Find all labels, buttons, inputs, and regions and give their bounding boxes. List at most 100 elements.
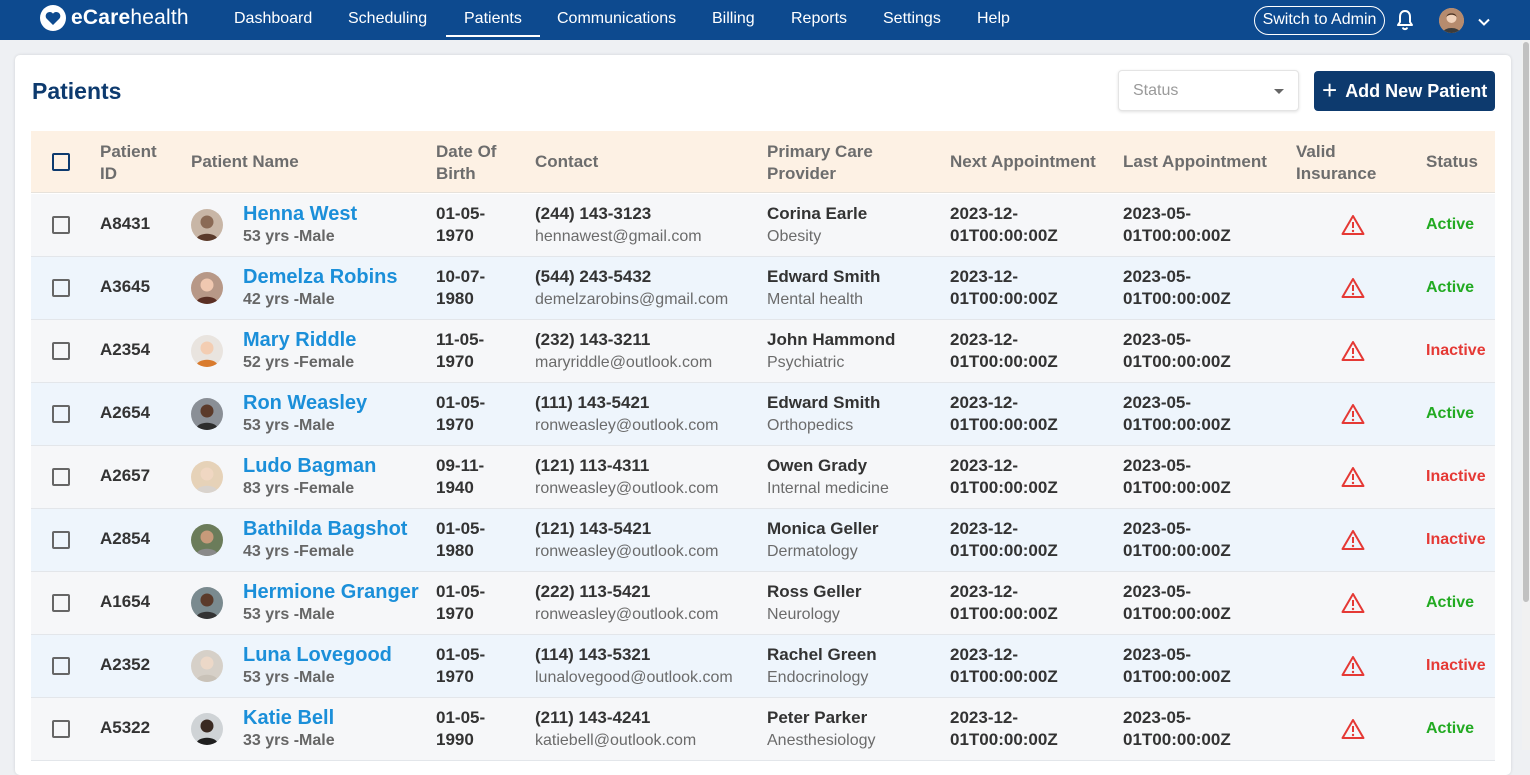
- patient-dob: 09-11- 1940: [436, 456, 485, 497]
- nav-communications[interactable]: Communications: [557, 0, 676, 38]
- header-primary-care-provider[interactable]: Primary Care Provider: [767, 141, 873, 185]
- scrollbar-thumb[interactable]: [1523, 42, 1529, 602]
- next-appointment: 2023-12- 01T00:00:00Z: [950, 456, 1058, 497]
- warning-triangle-icon[interactable]: [1341, 277, 1365, 299]
- warning-triangle-icon[interactable]: [1341, 655, 1365, 677]
- patient-avatar: [191, 335, 223, 367]
- provider-name: Corina Earle: [767, 204, 868, 223]
- nav-reports[interactable]: Reports: [791, 0, 847, 38]
- patient-phone: (121) 113-4311: [535, 456, 650, 475]
- provider-specialty: Orthopedics: [767, 417, 854, 434]
- page-title: Patients: [32, 78, 122, 104]
- status-badge: Active: [1426, 594, 1475, 611]
- provider-name: Owen Grady: [767, 456, 868, 475]
- table-row[interactable]: A8431 Henna West 53 yrs -Male 01-05- 1970 (24…: [31, 194, 1495, 257]
- patient-dob: 01-05- 1970: [436, 204, 486, 245]
- warning-triangle-icon[interactable]: [1341, 529, 1365, 551]
- patient-age-gender: 53 yrs -Male: [243, 669, 335, 686]
- status-filter-select[interactable]: Status: [1118, 70, 1299, 111]
- row-checkbox[interactable]: [52, 657, 70, 675]
- nav-dashboard[interactable]: Dashboard: [234, 0, 312, 38]
- table-header: Patient ID Patient Name Date Of Birth Cont…: [31, 131, 1495, 193]
- header-status[interactable]: Status: [1426, 151, 1478, 173]
- row-checkbox[interactable]: [52, 594, 70, 612]
- table-row[interactable]: A5322 Katie Bell 33 yrs -Male 01-05- 1990 (21…: [31, 698, 1495, 761]
- select-all-checkbox[interactable]: [52, 153, 70, 171]
- patient-name-link[interactable]: Henna West: [243, 203, 357, 226]
- patient-name-link[interactable]: Katie Bell: [243, 707, 334, 730]
- status-badge: Active: [1426, 279, 1475, 296]
- row-checkbox[interactable]: [52, 216, 70, 234]
- warning-triangle-icon[interactable]: [1341, 340, 1365, 362]
- patient-name-link[interactable]: Mary Riddle: [243, 329, 356, 352]
- next-appointment: 2023-12- 01T00:00:00Z: [950, 519, 1058, 560]
- warning-triangle-icon[interactable]: [1341, 466, 1365, 488]
- header-contact[interactable]: Contact: [535, 151, 598, 173]
- header-next-appointment[interactable]: Next Appointment: [950, 151, 1096, 173]
- nav-scheduling[interactable]: Scheduling: [348, 0, 427, 38]
- nav-settings[interactable]: Settings: [883, 0, 941, 38]
- last-appointment: 2023-05- 01T00:00:00Z: [1123, 393, 1231, 434]
- warning-triangle-icon[interactable]: [1341, 592, 1365, 614]
- patient-name-link[interactable]: Ron Weasley: [243, 392, 367, 415]
- add-new-patient-button[interactable]: + Add New Patient: [1314, 71, 1495, 111]
- warning-triangle-icon[interactable]: [1341, 403, 1365, 425]
- patient-phone: (211) 143-4241: [535, 708, 651, 727]
- row-checkbox[interactable]: [52, 720, 70, 738]
- row-checkbox[interactable]: [52, 531, 70, 549]
- row-checkbox[interactable]: [52, 468, 70, 486]
- row-checkbox[interactable]: [52, 342, 70, 360]
- warning-triangle-icon[interactable]: [1341, 214, 1365, 236]
- table-row[interactable]: A2354 Mary Riddle 52 yrs -Female 11-05- 1970…: [31, 320, 1495, 383]
- table-row[interactable]: A2352 Luna Lovegood 53 yrs -Male 01-05- 1970…: [31, 635, 1495, 698]
- warning-triangle-icon[interactable]: [1341, 718, 1365, 740]
- caret-down-icon: [1274, 89, 1284, 94]
- patient-dob: 01-05- 1990: [436, 708, 486, 749]
- header-patient-id[interactable]: Patient ID: [100, 141, 157, 185]
- table-row[interactable]: A2854 Bathilda Bagshot 43 yrs -Female 01-05…: [31, 509, 1495, 572]
- patient-name-link[interactable]: Ludo Bagman: [243, 455, 376, 478]
- header-patient-name[interactable]: Patient Name: [191, 151, 299, 173]
- patient-id: A2654: [100, 403, 151, 422]
- patient-email: ronweasley@outlook.com: [535, 480, 719, 497]
- table-row[interactable]: A2657 Ludo Bagman 83 yrs -Female 09-11- 1940…: [31, 446, 1495, 509]
- top-navbar: eCarehealth Dashboard Scheduling Patient…: [0, 0, 1530, 40]
- header-date-of-birth[interactable]: Date Of Birth: [436, 141, 496, 185]
- chevron-down-icon[interactable]: [1477, 14, 1491, 26]
- next-appointment: 2023-12- 01T00:00:00Z: [950, 645, 1058, 686]
- patient-phone: (222) 113-5421: [535, 582, 651, 601]
- table-row[interactable]: A1654 Hermione Granger 53 yrs -Male 01-05- 1…: [31, 572, 1495, 635]
- patient-name-link[interactable]: Hermione Granger: [243, 581, 419, 604]
- row-checkbox[interactable]: [52, 405, 70, 423]
- last-appointment: 2023-05- 01T00:00:00Z: [1123, 582, 1231, 623]
- table-row[interactable]: A2654 Ron Weasley 53 yrs -Male 01-05- 1970 (1…: [31, 383, 1495, 446]
- row-checkbox[interactable]: [52, 279, 70, 297]
- patient-dob: 01-05- 1970: [436, 582, 486, 623]
- last-appointment: 2023-05- 01T00:00:00Z: [1123, 456, 1231, 497]
- next-appointment: 2023-12- 01T00:00:00Z: [950, 708, 1058, 749]
- patient-name-link[interactable]: Demelza Robins: [243, 266, 397, 289]
- header-valid-insurance[interactable]: Valid Insurance: [1296, 141, 1376, 185]
- patient-name-link[interactable]: Luna Lovegood: [243, 644, 392, 667]
- nav-patients[interactable]: Patients: [446, 0, 540, 38]
- patient-email: hennawest@gmail.com: [535, 228, 702, 245]
- patient-avatar: [191, 272, 223, 304]
- brand-logo[interactable]: eCarehealth: [40, 3, 189, 33]
- bell-icon[interactable]: [1396, 9, 1414, 31]
- patient-age-gender: 33 yrs -Male: [243, 732, 335, 749]
- user-avatar[interactable]: [1439, 8, 1464, 33]
- patient-name-link[interactable]: Bathilda Bagshot: [243, 518, 407, 541]
- page-scrollbar[interactable]: [1522, 40, 1530, 750]
- provider-name: Edward Smith: [767, 267, 881, 286]
- nav-billing[interactable]: Billing: [712, 0, 755, 38]
- switch-to-admin-button[interactable]: Switch to Admin: [1254, 6, 1385, 35]
- table-row[interactable]: A3645 Demelza Robins 42 yrs -Male 10-07- 198…: [31, 257, 1495, 320]
- nav-help[interactable]: Help: [977, 0, 1010, 38]
- status-filter-placeholder: Status: [1133, 82, 1179, 99]
- provider-name: Rachel Green: [767, 645, 877, 664]
- patient-dob: 01-05- 1980: [436, 519, 486, 560]
- header-last-appointment[interactable]: Last Appointment: [1123, 151, 1267, 173]
- patient-id: A5322: [100, 718, 151, 737]
- last-appointment: 2023-05- 01T00:00:00Z: [1123, 330, 1231, 371]
- provider-specialty: Psychiatric: [767, 354, 845, 371]
